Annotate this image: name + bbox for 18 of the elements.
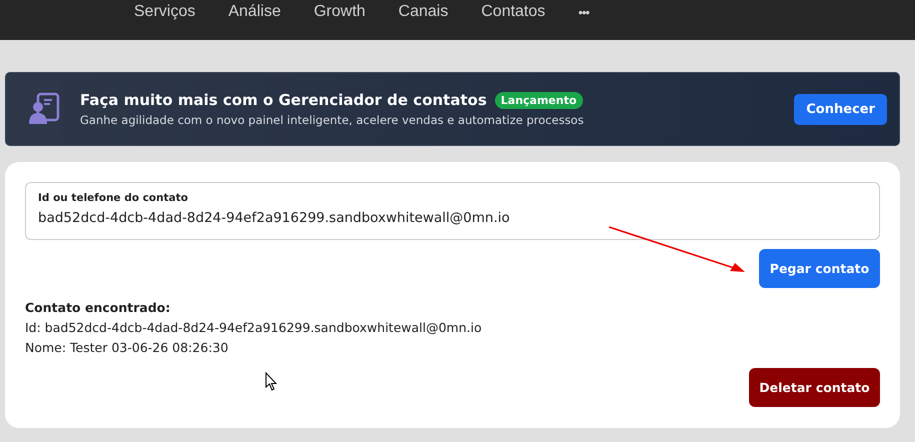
result-line: Nome: Tester 03-06-26 08:26:30 xyxy=(25,339,230,357)
contact-card-icon xyxy=(28,92,62,126)
launch-badge: Lançamento xyxy=(494,92,583,108)
nav-link[interactable]: Serviços xyxy=(134,3,196,21)
result-line: Id: bad52dcd-4dcb-4dad-8d24-94ef2a916299.sandboxwhitewall@0mn.io xyxy=(25,319,483,337)
delete-contact-button[interactable]: Deletar contato xyxy=(749,368,880,407)
nav-link[interactable]: Canais xyxy=(398,3,448,21)
nav-link[interactable]: Growth xyxy=(314,3,366,21)
mouse-cursor-icon xyxy=(265,372,277,391)
nav-link[interactable]: Contatos xyxy=(481,3,546,21)
more-menu[interactable]: ••• xyxy=(578,4,589,20)
fetch-contact-button[interactable]: Pegar contato xyxy=(759,249,880,288)
contact-id-field[interactable]: Id ou telefone do contato bad52dcd-4dcb-4dad-8d24-94ef2a916299.sandboxwhitewall@0mn.io xyxy=(25,182,880,240)
learn-more-button[interactable]: Conhecer xyxy=(794,94,887,124)
banner-subtitle: Ganhe agilidade com o novo painel inteligente, acelere vendas e automatize processos xyxy=(80,113,585,127)
banner-title: Faça muito mais com o Gerenciador de contatos xyxy=(80,91,487,109)
nav-link[interactable]: Análise xyxy=(228,3,281,21)
result-heading: Contato encontrado: xyxy=(25,299,172,317)
